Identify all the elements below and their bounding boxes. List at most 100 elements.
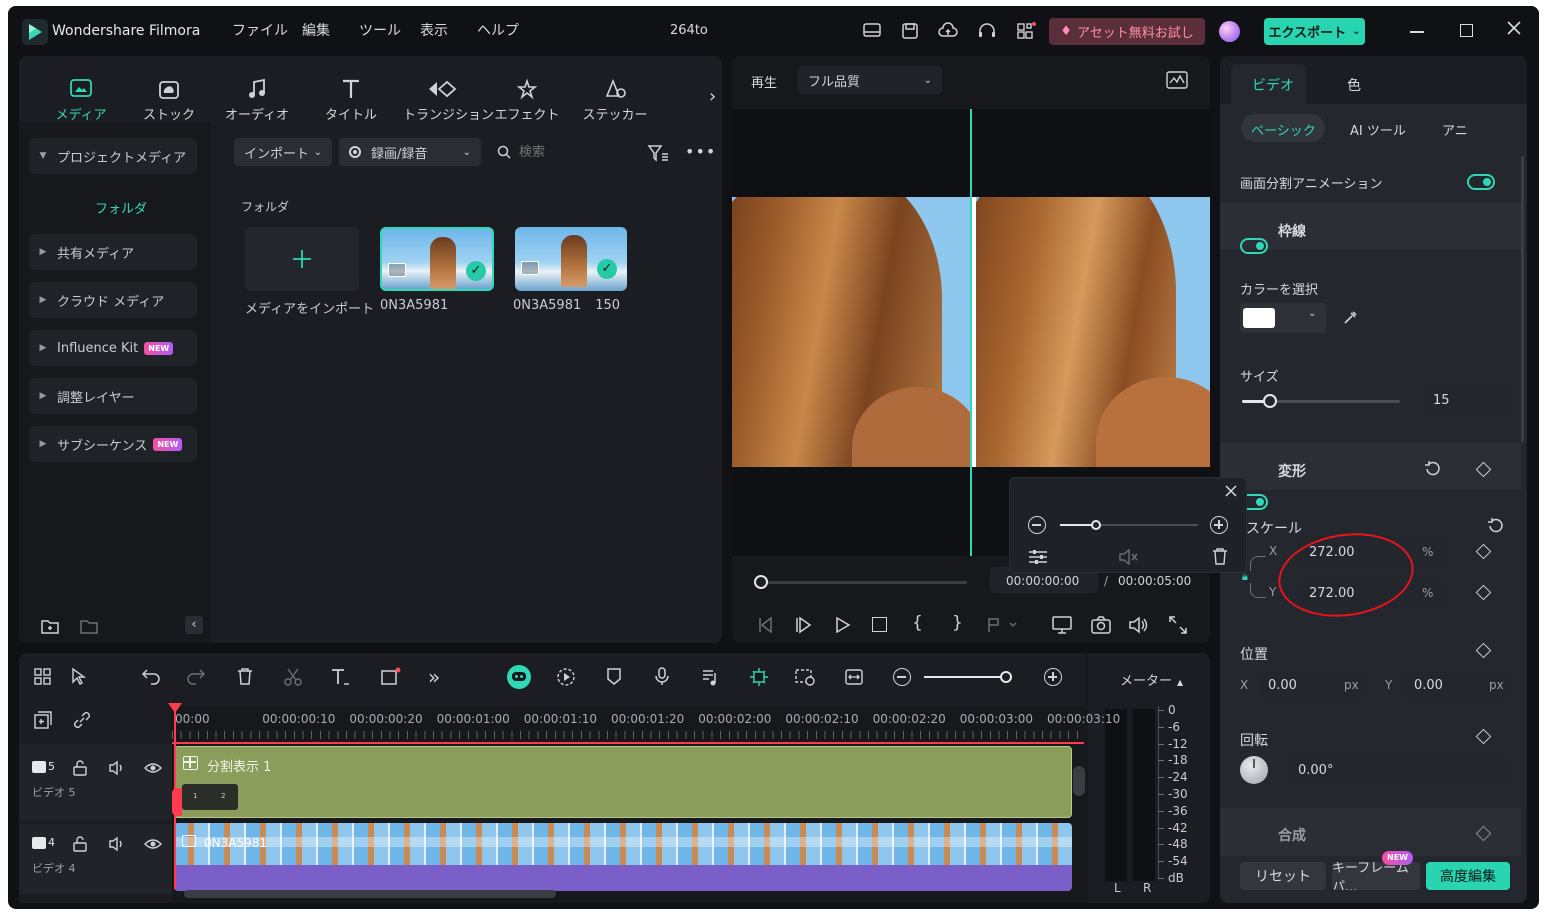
waveform-monitor-icon[interactable]: [1166, 71, 1188, 89]
redo-icon[interactable]: [186, 667, 206, 685]
asset-trial-button[interactable]: ♦ アセット無料お試し: [1049, 18, 1205, 45]
more-options-icon[interactable]: •••: [685, 142, 716, 161]
unlock-icon[interactable]: [72, 836, 88, 852]
timeline-zoom-in-icon[interactable]: [1044, 668, 1062, 686]
music-list-icon[interactable]: [701, 667, 721, 687]
timeline-vertical-scrollbar[interactable]: [1073, 766, 1085, 796]
sidebar-item-folder[interactable]: フォルダ: [95, 198, 147, 217]
preview-render-icon[interactable]: [794, 667, 816, 687]
border-toggle[interactable]: [1240, 238, 1268, 254]
size-input[interactable]: 15: [1423, 386, 1509, 414]
settings-sliders-icon[interactable]: [1028, 549, 1048, 565]
track-volume-icon[interactable]: [108, 760, 126, 776]
tab-audio[interactable]: オーディオ: [221, 72, 293, 123]
timeline-zoom-slider[interactable]: [924, 676, 1006, 678]
trash-icon[interactable]: [1212, 548, 1228, 565]
tab-stock[interactable]: ストック: [133, 72, 205, 123]
menu-tools[interactable]: ツール: [359, 20, 401, 40]
menu-edit[interactable]: 編集: [302, 20, 330, 40]
mute-icon[interactable]: [1118, 549, 1138, 565]
volume-icon[interactable]: [1128, 615, 1150, 635]
tab-transition[interactable]: トランジション: [403, 72, 494, 123]
timeline-zoom-out-icon[interactable]: [893, 668, 911, 686]
zoom-out-icon[interactable]: [1028, 516, 1046, 534]
play-from-start-icon[interactable]: [794, 616, 812, 634]
subtab-animation[interactable]: アニ: [1442, 120, 1468, 139]
eye-icon[interactable]: [144, 837, 162, 851]
meter-title[interactable]: メーター ▲: [1120, 670, 1183, 689]
tab-title[interactable]: タイトル: [315, 72, 387, 123]
layout-icon[interactable]: [863, 23, 881, 39]
zoom-in-icon[interactable]: [1210, 516, 1228, 534]
media-item-0N3A5981[interactable]: ✓: [380, 227, 494, 291]
tab-color[interactable]: 色: [1347, 75, 1361, 95]
split-screen-clip[interactable]: 分割表示 1 1 2: [174, 746, 1072, 818]
close-icon[interactable]: [1506, 20, 1522, 36]
eyedropper-icon[interactable]: [1342, 310, 1358, 326]
timeline-horizontal-scrollbar[interactable]: [184, 890, 556, 898]
cloud-upload-icon[interactable]: [938, 22, 958, 40]
zoom-slider-thumb[interactable]: [1091, 520, 1101, 530]
tab-media[interactable]: メディア: [45, 72, 117, 123]
undo-icon[interactable]: [141, 667, 161, 685]
search-input[interactable]: [519, 138, 629, 166]
advanced-edit-button[interactable]: 高度編集: [1426, 862, 1510, 890]
split-guide-line[interactable]: [970, 109, 972, 556]
marker-icon[interactable]: [986, 616, 1020, 634]
sidebar-item-project-media[interactable]: ▼ プロジェクトメディア: [29, 138, 197, 174]
tabs-scroll-right-icon[interactable]: ›: [709, 86, 716, 107]
display-settings-icon[interactable]: [1051, 615, 1073, 635]
save-icon[interactable]: [901, 22, 919, 40]
menu-help[interactable]: ヘルプ: [477, 20, 519, 40]
ai-copilot-icon[interactable]: [507, 665, 531, 689]
fullscreen-icon[interactable]: [1168, 615, 1188, 635]
reset-icon[interactable]: [1486, 517, 1504, 535]
minimize-icon[interactable]: [1410, 31, 1424, 33]
headset-icon[interactable]: [977, 22, 997, 40]
timeline-zoom-thumb[interactable]: [1000, 671, 1012, 683]
remove-folder-icon[interactable]: [79, 617, 99, 635]
lock-icon[interactable]: 🔒︎: [1242, 571, 1254, 583]
clip-trim-handle[interactable]: [172, 788, 182, 816]
maximize-icon[interactable]: [1460, 24, 1473, 37]
reset-icon[interactable]: [1423, 460, 1441, 478]
video-clip-0N3A5981[interactable]: 0N3A5981: [174, 823, 1072, 891]
playback-progress-bar[interactable]: [762, 581, 967, 584]
playhead-handle[interactable]: [754, 575, 768, 589]
filter-icon[interactable]: [647, 144, 669, 162]
scissors-icon[interactable]: [283, 667, 303, 687]
menu-file[interactable]: ファイル: [232, 20, 288, 40]
sidebar-item-subsequence[interactable]: ▶ サブシーケンス NEW: [29, 426, 197, 462]
track-volume-icon[interactable]: [108, 836, 126, 852]
menu-view[interactable]: 表示: [420, 20, 448, 40]
text-tool-icon[interactable]: [329, 667, 351, 687]
quality-dropdown[interactable]: フル品質 ⌄: [798, 66, 942, 94]
auto-highlight-icon[interactable]: [748, 666, 770, 688]
layout-grid-icon[interactable]: [33, 667, 53, 687]
crop-icon[interactable]: [380, 667, 402, 687]
tab-effect[interactable]: エフェクト: [491, 72, 563, 123]
zoom-slider[interactable]: [1060, 524, 1198, 526]
microphone-icon[interactable]: [654, 666, 670, 686]
unlock-icon[interactable]: [72, 760, 88, 776]
import-dropdown[interactable]: インポート ⌄: [234, 138, 332, 166]
split-animation-toggle[interactable]: [1467, 174, 1495, 190]
tab-sticker[interactable]: ステッカー: [579, 72, 651, 123]
apps-grid-icon[interactable]: [1016, 22, 1036, 40]
media-item-0N3A5981-150[interactable]: ✓: [515, 227, 627, 291]
add-track-icon[interactable]: [33, 710, 53, 730]
mark-out-icon[interactable]: }: [952, 613, 963, 633]
shield-icon[interactable]: [606, 667, 622, 687]
avatar[interactable]: [1219, 21, 1240, 42]
sidebar-item-influence-kit[interactable]: ▶ Influence Kit NEW: [29, 330, 197, 366]
sidebar-item-cloud-media[interactable]: ▶ クラウド メディア: [29, 282, 197, 318]
prev-frame-icon[interactable]: [756, 616, 774, 634]
select-tool-icon[interactable]: [70, 667, 92, 687]
stop-icon[interactable]: [872, 617, 887, 632]
keyframe-panel-button[interactable]: キーフレームパ...: [1332, 862, 1420, 890]
import-media-tile[interactable]: [245, 227, 359, 291]
subtab-ai-tools[interactable]: AI ツール: [1350, 120, 1406, 139]
rotation-dial[interactable]: [1240, 756, 1268, 784]
color-picker-dropdown[interactable]: ⌄: [1240, 303, 1326, 333]
eye-icon[interactable]: [144, 761, 162, 775]
